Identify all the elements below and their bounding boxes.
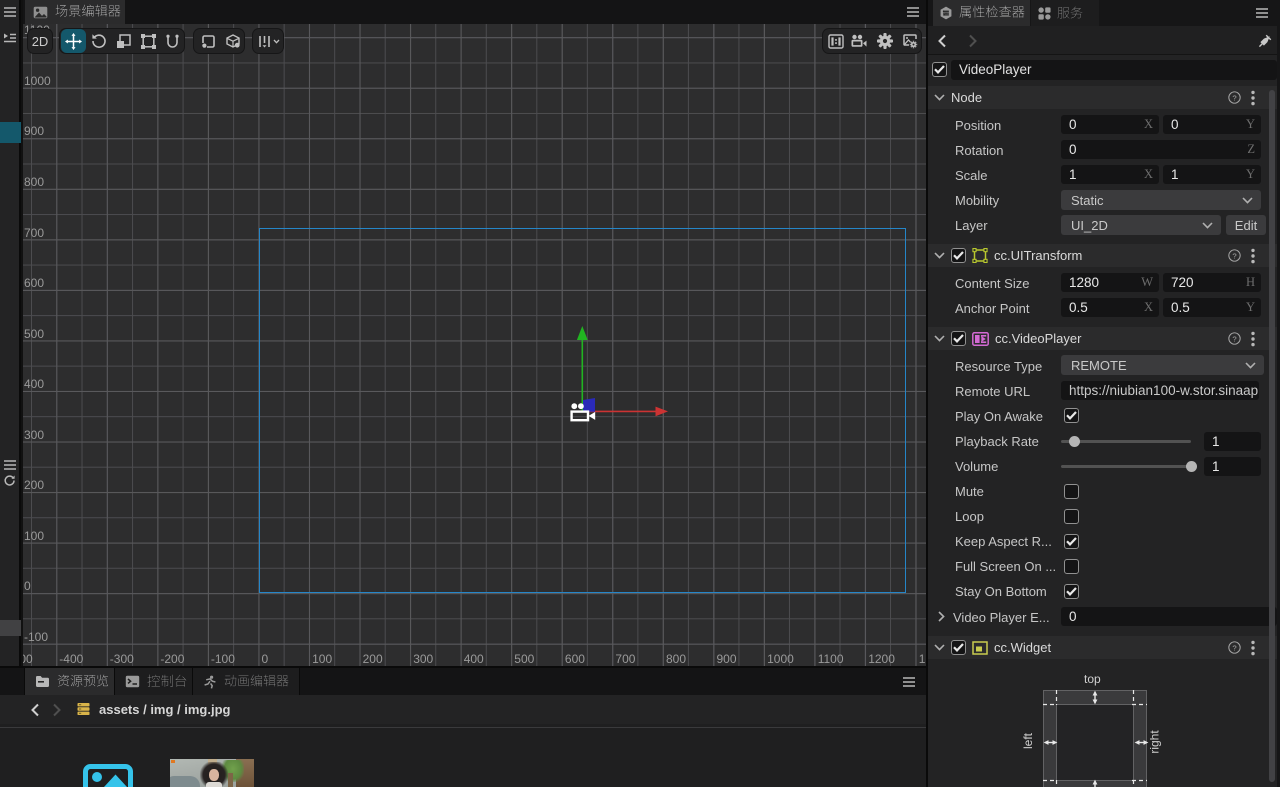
svg-text:?: ? bbox=[1232, 334, 1236, 343]
svg-text:?: ? bbox=[1232, 93, 1236, 102]
svg-text:?: ? bbox=[1232, 643, 1236, 652]
svg-text:?: ? bbox=[1232, 251, 1236, 260]
